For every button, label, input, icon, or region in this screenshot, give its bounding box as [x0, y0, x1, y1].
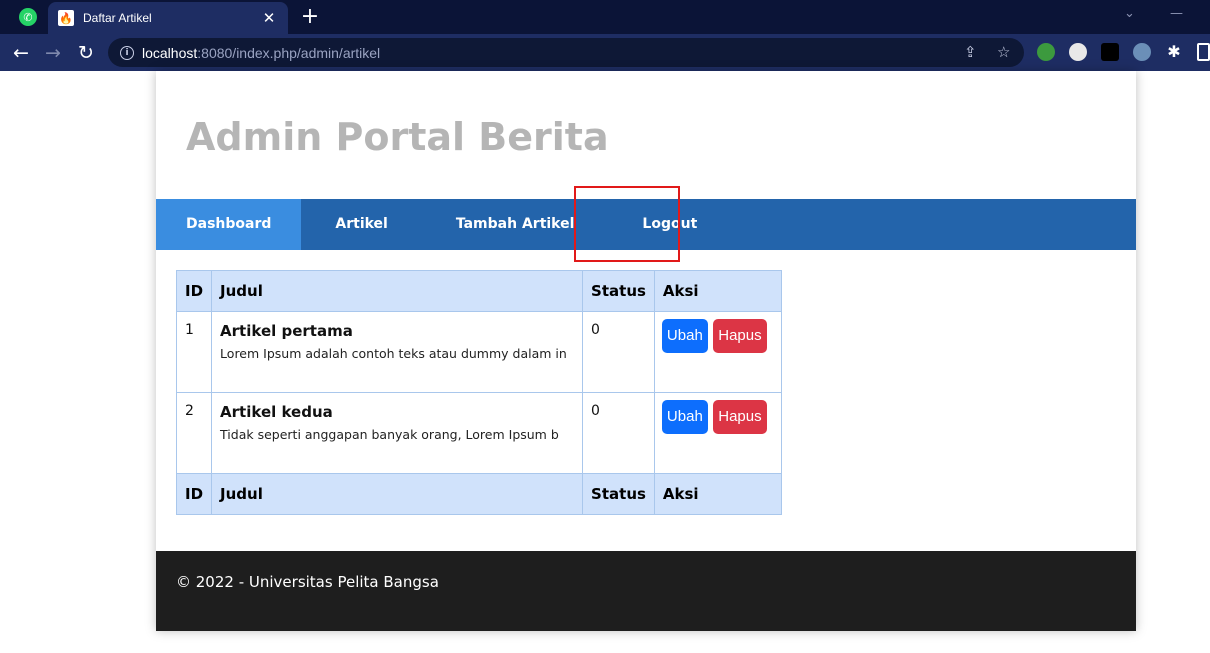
- page-container: Admin Portal Berita Dashboard Artikel Ta…: [156, 71, 1136, 631]
- article-excerpt: Lorem Ipsum adalah contoh teks atau dumm…: [220, 346, 567, 361]
- content-area: ID Judul Status Aksi 1 Artikel pertama L…: [175, 270, 782, 515]
- cell-judul: Artikel kedua Tidak seperti anggapan ban…: [211, 392, 584, 474]
- back-arrow-icon[interactable]: ←: [8, 40, 34, 66]
- extension-translate-icon[interactable]: [1069, 43, 1087, 61]
- table-header-row: ID Judul Status Aksi: [175, 270, 782, 312]
- url-host: localhost: [142, 44, 198, 61]
- header-judul: Judul: [211, 270, 584, 312]
- nav-artikel[interactable]: Artikel: [301, 199, 421, 250]
- table-row: 2 Artikel kedua Tidak seperti anggapan b…: [175, 392, 782, 474]
- tab-close-icon[interactable]: ✕: [260, 9, 278, 27]
- cell-status: 0: [582, 311, 655, 393]
- article-title: Artikel kedua: [220, 403, 333, 421]
- site-info-icon[interactable]: i: [120, 45, 134, 60]
- tab-title: Daftar Artikel: [83, 11, 152, 25]
- edit-button[interactable]: Ubah: [661, 319, 708, 353]
- share-icon[interactable]: ⇪: [964, 43, 977, 61]
- tab-search-chevron-icon[interactable]: ⌄: [1124, 6, 1135, 21]
- new-tab-button[interactable]: +: [298, 4, 322, 30]
- forward-arrow-icon[interactable]: →: [40, 40, 66, 66]
- bookmark-star-icon[interactable]: ☆: [997, 43, 1010, 61]
- annotation-highlight-box: [574, 186, 680, 262]
- cell-id: 2: [175, 392, 213, 474]
- site-footer: © 2022 - Universitas Pelita Bangsa: [156, 551, 1136, 631]
- footer-id: ID: [175, 473, 213, 515]
- article-excerpt: Tidak seperti anggapan banyak orang, Lor…: [220, 427, 559, 442]
- url-text: localhost:8080/index.php/admin/artikel: [142, 45, 380, 61]
- artikel-table: ID Judul Status Aksi 1 Artikel pertama L…: [175, 270, 782, 515]
- table-footer-row: ID Judul Status Aksi: [175, 473, 782, 515]
- footer-judul: Judul: [211, 473, 584, 515]
- header-aksi: Aksi: [653, 270, 782, 312]
- browser-toolbar: ← → ↻ i localhost:8080/index.php/admin/a…: [0, 34, 1210, 71]
- pinned-tab-whatsapp[interactable]: ✆: [8, 0, 48, 34]
- side-panel-icon[interactable]: [1197, 43, 1210, 61]
- profile-avatar[interactable]: [1133, 43, 1151, 61]
- browser-tab-active[interactable]: 🔥 Daftar Artikel ✕: [48, 2, 288, 34]
- codeigniter-favicon-icon: 🔥: [58, 10, 74, 26]
- extension-google-earth-icon[interactable]: [1037, 43, 1055, 61]
- footer-copyright: © 2022 - Universitas Pelita Bangsa: [176, 573, 439, 591]
- cell-id: 1: [175, 311, 213, 393]
- extensions-puzzle-icon[interactable]: ✱: [1165, 43, 1183, 61]
- address-bar[interactable]: i localhost:8080/index.php/admin/artikel…: [108, 38, 1024, 67]
- reload-icon[interactable]: ↻: [73, 40, 99, 66]
- cell-judul: Artikel pertama Lorem Ipsum adalah conto…: [211, 311, 584, 393]
- delete-button[interactable]: Hapus: [713, 400, 767, 434]
- site-header: Admin Portal Berita: [156, 71, 1136, 199]
- cell-aksi: Ubah Hapus: [653, 392, 782, 474]
- table-row: 1 Artikel pertama Lorem Ipsum adalah con…: [175, 311, 782, 393]
- header-status: Status: [582, 270, 655, 312]
- whatsapp-icon: ✆: [19, 8, 37, 26]
- header-id: ID: [175, 270, 213, 312]
- browser-tab-bar: ✆ 🔥 Daftar Artikel ✕ + ⌄ —: [0, 0, 1210, 34]
- nav-dashboard[interactable]: Dashboard: [156, 199, 302, 250]
- edit-button[interactable]: Ubah: [661, 400, 708, 434]
- delete-button[interactable]: Hapus: [713, 319, 767, 353]
- minimize-window-icon[interactable]: —: [1170, 6, 1183, 21]
- site-title: Admin Portal Berita: [186, 115, 609, 159]
- article-title: Artikel pertama: [220, 322, 353, 340]
- cell-aksi: Ubah Hapus: [653, 311, 782, 393]
- extension-hat-icon[interactable]: [1101, 43, 1119, 61]
- footer-status: Status: [582, 473, 655, 515]
- footer-aksi: Aksi: [653, 473, 782, 515]
- cell-status: 0: [582, 392, 655, 474]
- url-path: :8080/index.php/admin/artikel: [197, 44, 381, 61]
